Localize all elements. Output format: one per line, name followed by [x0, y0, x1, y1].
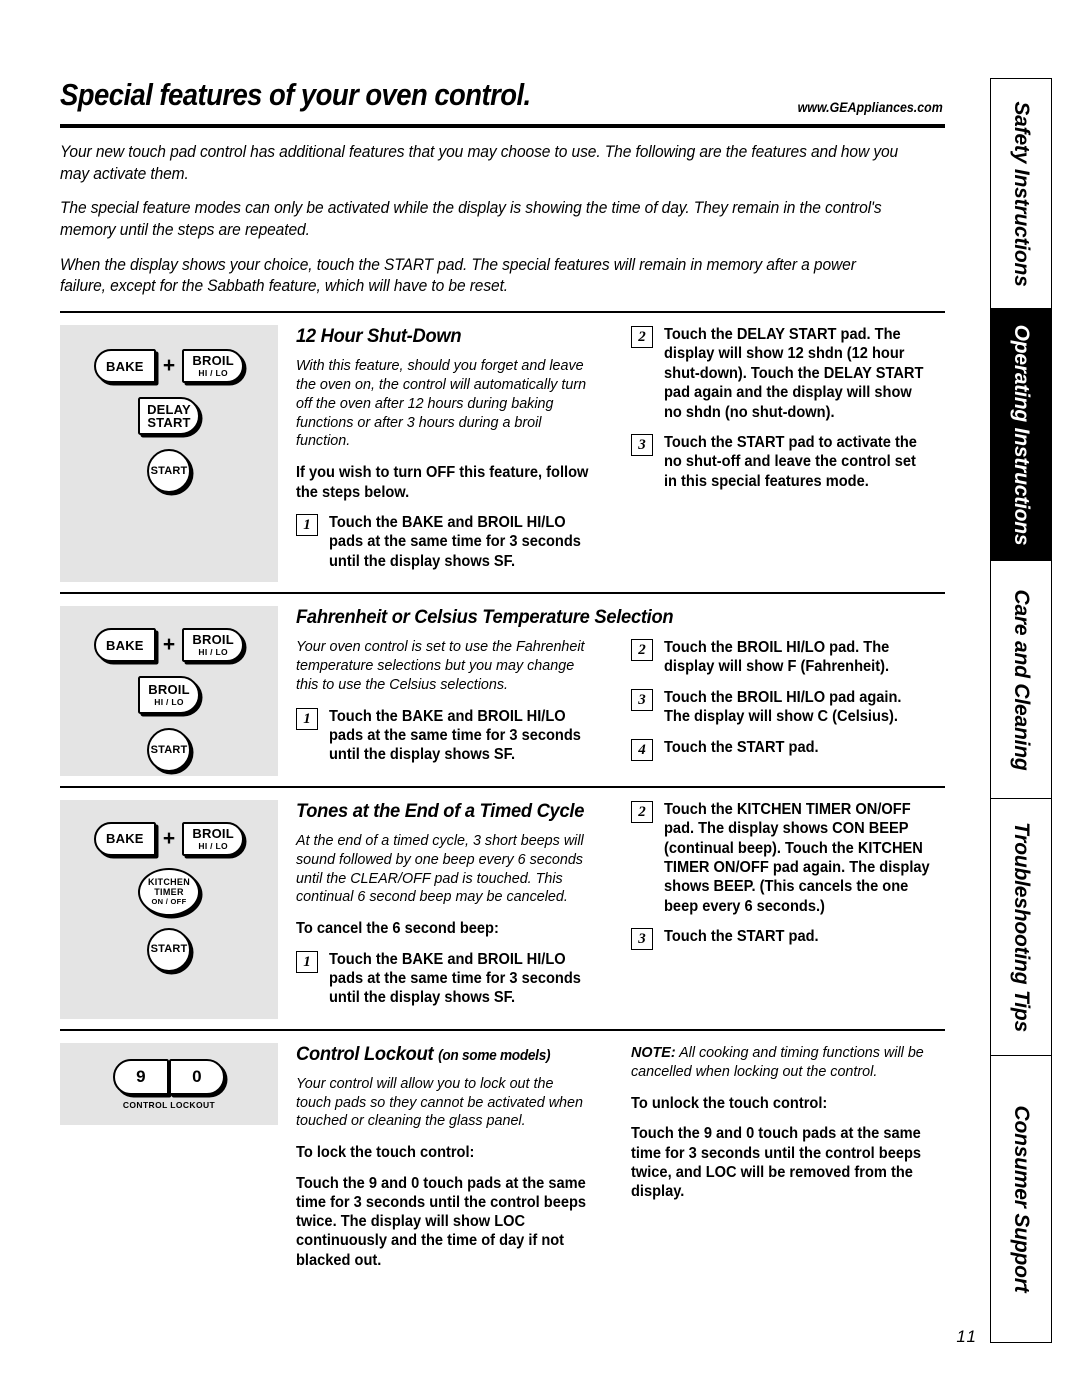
sidebar-tab-operating-instructions[interactable]: Operating Instructions — [990, 308, 1052, 562]
lockout-note: NOTE: All cooking and timing functions w… — [631, 1043, 929, 1081]
sidebar-tab-label: Safety Instructions — [1010, 101, 1033, 287]
lock-lead: To lock the touch control: — [296, 1144, 475, 1162]
broil-hi-lo-pad[interactable]: BROIL HI / LO — [182, 349, 245, 384]
page-title: Special features of your oven control. — [60, 78, 531, 112]
step-text: Touch the START pad to activate the no s… — [664, 434, 917, 490]
step-item: 1 Touch the BAKE and BROIL HI/LO pads at… — [296, 950, 605, 1008]
intro-paragraph-1: Your new touch pad control has additiona… — [60, 143, 899, 183]
control-lockout-label: CONTROL LOCKOUT — [122, 1099, 216, 1110]
section-fahrenheit-celsius: BAKE + BROIL HI / LO BROIL HI / LO START… — [60, 594, 945, 786]
unlock-instruction: Touch the 9 and 0 touch pads at the same… — [631, 1125, 922, 1201]
step-number: 3 — [631, 434, 653, 457]
start-pad[interactable]: START — [147, 927, 191, 972]
step-item: 2 Touch the BROIL HI/LO pad. The display… — [631, 638, 945, 677]
kitchen-timer-on-off-pad[interactable]: KITCHEN TIMER ON / OFF — [138, 867, 200, 916]
manual-page: Special features of your oven control. w… — [0, 0, 1080, 1397]
section-body: Your control will allow you to lock out … — [296, 1074, 583, 1130]
bake-pad[interactable]: BAKE — [93, 821, 156, 856]
sidebar-tab-care-and-cleaning[interactable]: Care and Cleaning — [990, 559, 1052, 800]
section-body: Your oven control is set to use the Fahr… — [296, 638, 585, 693]
pad-diagram-fahrenheit-celsius: BAKE + BROIL HI / LO BROIL HI / LO START — [60, 606, 278, 776]
sidebar-tab-label: Troubleshooting Tips — [1010, 822, 1033, 1033]
zero-pad[interactable]: 0 — [169, 1058, 225, 1095]
section-subtitle: (on some models) — [438, 1047, 551, 1064]
step-item: 2 Touch the KITCHEN TIMER ON/OFF pad. Th… — [631, 800, 945, 916]
step-text: Touch the KITCHEN TIMER ON/OFF pad. The … — [664, 800, 930, 915]
header-rule — [60, 124, 945, 128]
lock-instruction: Touch the 9 and 0 touch pads at the same… — [296, 1174, 587, 1269]
step-number: 3 — [631, 688, 653, 711]
delay-start-pad[interactable]: DELAY START — [138, 397, 200, 436]
sidebar-tab-label: Operating Instructions — [1010, 324, 1033, 546]
step-number: 4 — [631, 738, 653, 761]
step-text: Touch the BROIL HI/LO pad. The display w… — [664, 639, 890, 676]
section-12-hour-shut-down: BAKE + BROIL HI / LO DELAY START START 1… — [60, 313, 945, 592]
nine-pad[interactable]: 9 — [113, 1058, 169, 1095]
step-text: Touch the BAKE and BROIL HI/LO pads at t… — [329, 707, 581, 764]
section-tabs-sidebar: Safety Instructions Operating Instructio… — [990, 78, 1052, 1343]
section-title: Tones at the End of a Timed Cycle — [296, 799, 585, 822]
section-lead: To cancel the 6 second beep: — [296, 920, 499, 938]
step-item: 3 Touch the START pad. — [631, 927, 945, 951]
section-title: 12 Hour Shut-Down — [296, 325, 462, 348]
start-pad[interactable]: START — [147, 728, 191, 773]
step-number: 3 — [631, 928, 653, 951]
broil-hi-lo-pad[interactable]: BROIL HI / LO — [182, 821, 245, 856]
section-body: At the end of a timed cycle, 3 short bee… — [296, 831, 584, 906]
step-number: 2 — [631, 639, 653, 662]
plus-symbol: + — [162, 354, 176, 378]
step-text: Touch the BAKE and BROIL HI/LO pads at t… — [329, 513, 581, 570]
sidebar-tab-label: Consumer Support — [1010, 1105, 1033, 1293]
sidebar-tab-label: Care and Cleaning — [1010, 589, 1033, 771]
sidebar-tab-troubleshooting-tips[interactable]: Troubleshooting Tips — [990, 798, 1052, 1057]
main-content: Special features of your oven control. w… — [60, 78, 945, 1338]
section-control-lockout: 9 0 CONTROL LOCKOUT Control Lockout (on … — [60, 1031, 945, 1291]
start-pad[interactable]: START — [147, 449, 191, 494]
section-title-text: Control Lockout — [296, 1042, 434, 1065]
step-text: Touch the DELAY START pad. The display w… — [664, 326, 924, 421]
sidebar-tab-consumer-support[interactable]: Consumer Support — [990, 1054, 1052, 1343]
step-item: 1 Touch the BAKE and BROIL HI/LO pads at… — [296, 707, 605, 765]
section-body: With this feature, should you forget and… — [296, 357, 587, 450]
note-text: All cooking and timing functions will be… — [631, 1043, 924, 1080]
bake-pad[interactable]: BAKE — [93, 349, 156, 384]
section-title: Fahrenheit or Celsius Temperature Select… — [296, 606, 674, 629]
step-text: Touch the START pad. — [664, 738, 819, 756]
step-item: 3 Touch the BROIL HI/LO pad again. The d… — [631, 688, 945, 727]
section-title: Control Lockout (on some models) — [296, 1043, 586, 1066]
step-text: Touch the START pad. — [664, 928, 819, 946]
step-number: 1 — [296, 513, 318, 536]
step-item: 2 Touch the DELAY START pad. The display… — [631, 325, 945, 422]
step-item: 4 Touch the START pad. — [631, 738, 945, 761]
intro-block: Your new touch pad control has additiona… — [60, 142, 945, 298]
page-header: Special features of your oven control. w… — [60, 78, 945, 132]
broil-hi-lo-pad[interactable]: BROIL HI / LO — [138, 676, 200, 715]
step-text: Touch the BROIL HI/LO pad again. The dis… — [664, 688, 902, 726]
unlock-lead: To unlock the touch control: — [631, 1095, 828, 1113]
broil-hi-lo-pad[interactable]: BROIL HI / LO — [182, 628, 245, 663]
intro-paragraph-2: The special feature modes can only be ac… — [60, 199, 882, 240]
pad-diagram-tones: BAKE + BROIL HI / LO KITCHEN TIMER ON / … — [60, 799, 278, 1019]
step-number: 2 — [631, 326, 653, 349]
step-item: 3 Touch the START pad to activate the no… — [631, 433, 945, 491]
step-number: 1 — [296, 950, 318, 973]
note-label: NOTE: — [631, 1043, 676, 1061]
pad-diagram-12-hour: BAKE + BROIL HI / LO DELAY START START — [60, 325, 278, 583]
step-item: 1 Touch the BAKE and BROIL HI/LO pads at… — [296, 513, 605, 571]
plus-symbol: + — [162, 633, 176, 657]
step-text: Touch the BAKE and BROIL HI/LO pads at t… — [329, 950, 581, 1007]
section-lead: If you wish to turn OFF this feature, fo… — [296, 464, 589, 501]
plus-symbol: + — [162, 826, 176, 850]
section-tones-timed-cycle: BAKE + BROIL HI / LO KITCHEN TIMER ON / … — [60, 788, 945, 1029]
bake-pad[interactable]: BAKE — [93, 628, 156, 663]
page-number: 11 — [956, 1327, 978, 1346]
step-number: 2 — [631, 800, 653, 823]
intro-paragraph-3: When the display shows your choice, touc… — [60, 255, 856, 296]
pad-diagram-control-lockout: 9 0 CONTROL LOCKOUT — [60, 1042, 278, 1125]
sidebar-tab-safety-instructions[interactable]: Safety Instructions — [990, 78, 1052, 310]
step-number: 1 — [296, 707, 318, 730]
website-url: www.GEAppliances.com — [797, 100, 943, 115]
